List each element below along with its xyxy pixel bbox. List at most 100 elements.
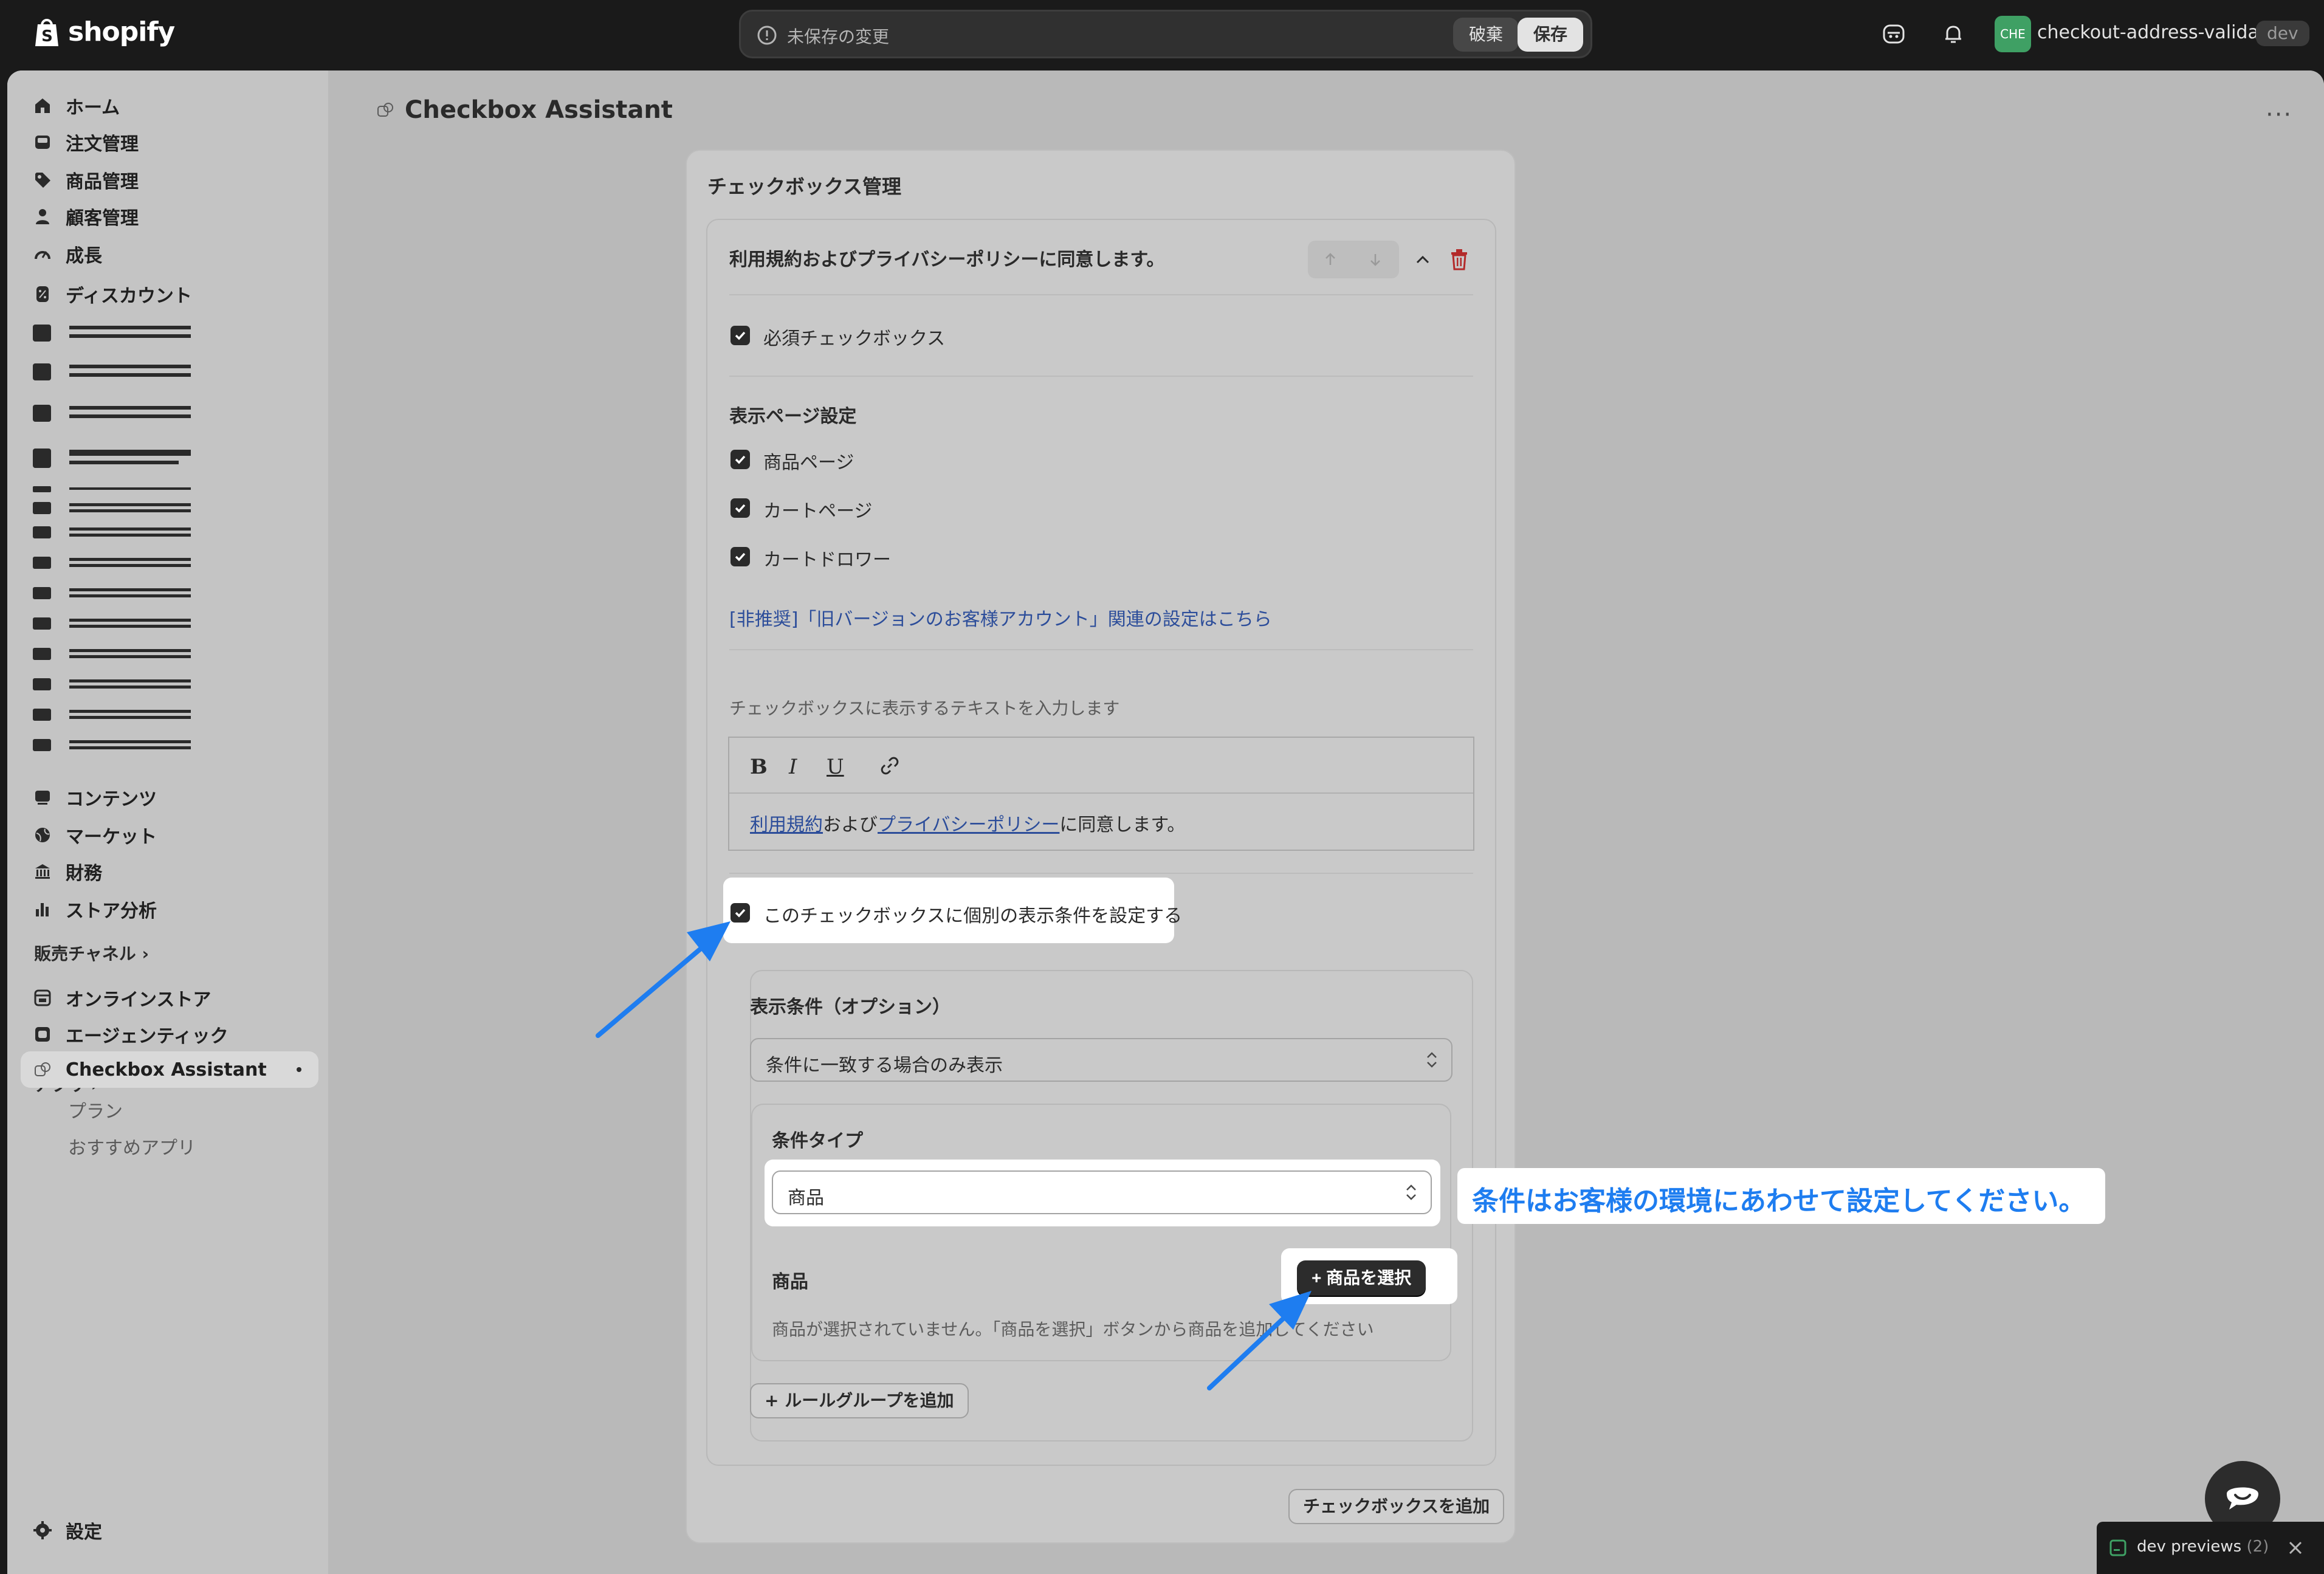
person-icon bbox=[36, 209, 49, 224]
sidebar-item-finance[interactable]: 財務 bbox=[33, 854, 102, 888]
terms-link[interactable]: 利用規約 bbox=[750, 814, 823, 836]
bell-icon[interactable] bbox=[1941, 22, 1965, 46]
underline-button[interactable]: U bbox=[827, 755, 844, 779]
dev-previews-text: dev previews bbox=[2137, 1538, 2242, 1556]
home-icon bbox=[35, 98, 50, 113]
inbox-icon bbox=[35, 136, 50, 149]
bold-button[interactable]: B bbox=[750, 755, 768, 779]
sidebar-item-label: 顧客管理 bbox=[66, 208, 139, 229]
arrow-down-icon[interactable] bbox=[1366, 250, 1384, 269]
sales-channels-label: 販売チャネル bbox=[34, 944, 136, 964]
no-product-hint: 商品が選択されていません。「商品を選択」ボタンから商品を追加してください bbox=[772, 1319, 1374, 1339]
italic-button[interactable]: I bbox=[789, 755, 797, 779]
annotation-text: 条件はお客様の環境にあわせて設定してください。 bbox=[1472, 1186, 2086, 1217]
add-checkbox-button[interactable]: チェックボックスを追加 bbox=[1288, 1489, 1505, 1524]
editor-content[interactable]: 利用規約およびプライバシーポリシーに同意します。 bbox=[750, 809, 1185, 836]
storefront-icon bbox=[35, 1027, 50, 1042]
save-button[interactable]: 保存 bbox=[1517, 18, 1583, 52]
gear-icon bbox=[33, 1521, 52, 1539]
display-page-settings-heading: 表示ページ設定 bbox=[729, 406, 857, 427]
legacy-settings-link[interactable]: [非推奨]「旧バージョンのお客様アカウント」関連の設定はこちら bbox=[729, 604, 1272, 631]
bank-icon bbox=[35, 864, 50, 879]
sidebar-item-label: 注文管理 bbox=[66, 134, 139, 155]
annotation-callout: 条件はお客様の環境にあわせて設定してください。 bbox=[1457, 1168, 2105, 1224]
text-input-hint: チェックボックスに表示するテキストを入力します bbox=[729, 698, 1120, 718]
cart-drawer-label: カートドロワー bbox=[763, 549, 891, 571]
link-icon[interactable] bbox=[879, 755, 901, 777]
app-icon bbox=[377, 103, 393, 117]
add-rule-group-button[interactable]: + ルールグループを追加 bbox=[750, 1383, 969, 1418]
alert-circle-icon bbox=[757, 26, 777, 45]
select-chevron-icon bbox=[1406, 1184, 1416, 1200]
sidebar-item-discounts[interactable]: ディスカウント bbox=[33, 277, 192, 311]
sidebar-item-settings[interactable]: 設定 bbox=[33, 1513, 102, 1547]
sidebar-item-content[interactable]: コンテンツ bbox=[33, 780, 157, 814]
dev-previews-count: (2) bbox=[2246, 1538, 2269, 1556]
sidebar-item-online-store[interactable]: オンラインストア bbox=[33, 981, 211, 1015]
cart-page-checkbox[interactable] bbox=[731, 498, 750, 518]
condition-type-select[interactable]: 商品 bbox=[772, 1170, 1432, 1214]
sidebar-subitem-recommended-apps[interactable]: おすすめアプリ bbox=[68, 1133, 196, 1160]
garbled-nav-rows bbox=[33, 325, 191, 751]
sidebar-item-label: マーケット bbox=[66, 827, 157, 848]
sidebar-item-label: Checkbox Assistant bbox=[66, 1059, 267, 1081]
product-heading: 商品 bbox=[772, 1271, 808, 1293]
dev-previews-bar[interactable]: dev previews (2) bbox=[2097, 1522, 2324, 1574]
sidebar-item-customers[interactable]: 顧客管理 bbox=[33, 199, 139, 233]
condition-type-value: 商品 bbox=[788, 1187, 824, 1209]
sidebar-item-growth[interactable]: 成長 bbox=[33, 237, 102, 271]
sidebar-item-label: 商品管理 bbox=[66, 171, 139, 193]
sidebar-item-label: オンラインストア bbox=[66, 989, 211, 1011]
editor-toolbar: B I U bbox=[729, 738, 1473, 794]
trash-icon[interactable] bbox=[1449, 248, 1470, 271]
discount-icon bbox=[36, 286, 49, 302]
sidebar-item-checkbox-assistant[interactable]: Checkbox Assistant bbox=[33, 1053, 301, 1087]
sales-channels-heading[interactable]: 販売チャネル › bbox=[34, 941, 149, 965]
select-chevron-icon bbox=[1427, 1052, 1437, 1068]
rich-text-editor[interactable]: B I U 利用規約およびプライバシーポリシーに同意します。 bbox=[728, 737, 1474, 851]
individual-conditions-checkbox[interactable] bbox=[731, 903, 750, 923]
divider bbox=[729, 376, 1473, 377]
terminal-icon bbox=[2109, 1539, 2126, 1556]
sidebar-item-products[interactable]: 商品管理 bbox=[33, 163, 139, 197]
check-icon bbox=[735, 552, 746, 562]
plus-icon: + bbox=[1312, 1268, 1327, 1287]
chat-icon bbox=[2227, 1487, 2258, 1510]
plus-icon: + bbox=[765, 1390, 785, 1411]
required-checkbox[interactable] bbox=[731, 326, 750, 345]
sidebar-item-home[interactable]: ホーム bbox=[33, 89, 120, 123]
divider bbox=[729, 294, 1473, 295]
display-conditions-title: 表示条件（オプション） bbox=[750, 997, 951, 1018]
checkbox-item-title: 利用規約およびプライバシーポリシーに同意します。 bbox=[729, 249, 1165, 270]
product-page-label: 商品ページ bbox=[763, 452, 854, 473]
reorder-buttons bbox=[1308, 241, 1399, 278]
cart-drawer-checkbox[interactable] bbox=[731, 547, 750, 566]
privacy-link[interactable]: プライバシーポリシー bbox=[878, 814, 1059, 836]
check-icon bbox=[735, 504, 746, 513]
content-icon bbox=[35, 791, 50, 805]
display-mode-select[interactable]: 条件に一致する場合のみ表示 bbox=[750, 1038, 1452, 1082]
store-avatar[interactable]: CHE bbox=[1995, 16, 2031, 52]
sidebar-item-agentic[interactable]: エージェンティック bbox=[33, 1017, 229, 1051]
select-product-button[interactable]: + 商品を選択 bbox=[1297, 1260, 1426, 1296]
chevron-up-icon[interactable] bbox=[1412, 249, 1433, 270]
more-actions-icon[interactable]: ··· bbox=[2266, 101, 2292, 129]
sidebar-item-label: ホーム bbox=[66, 97, 120, 119]
sidebar-subitem-plan[interactable]: プラン bbox=[68, 1096, 123, 1123]
page-title-text: Checkbox Assistant bbox=[405, 96, 673, 124]
close-icon[interactable] bbox=[2288, 1540, 2303, 1556]
store-name[interactable]: checkout-address-valida... bbox=[2037, 22, 2276, 43]
arrow-up-icon[interactable] bbox=[1321, 250, 1339, 269]
shopify-logo[interactable]: S shopify bbox=[33, 16, 175, 47]
discard-button[interactable]: 破棄 bbox=[1452, 18, 1519, 52]
sidebar-item-markets[interactable]: マーケット bbox=[33, 818, 157, 852]
cart-page-label: カートページ bbox=[763, 501, 873, 522]
sidebar-item-orders[interactable]: 注文管理 bbox=[33, 125, 139, 159]
svg-text:S: S bbox=[41, 27, 52, 46]
sidebar-item-analytics[interactable]: ストア分析 bbox=[33, 892, 157, 926]
sidekick-icon[interactable] bbox=[1882, 22, 1906, 46]
add-rule-group-label: ルールグループを追加 bbox=[785, 1390, 954, 1411]
shopify-bag-icon: S bbox=[35, 19, 58, 46]
tag-icon bbox=[35, 173, 50, 188]
product-page-checkbox[interactable] bbox=[731, 450, 750, 469]
